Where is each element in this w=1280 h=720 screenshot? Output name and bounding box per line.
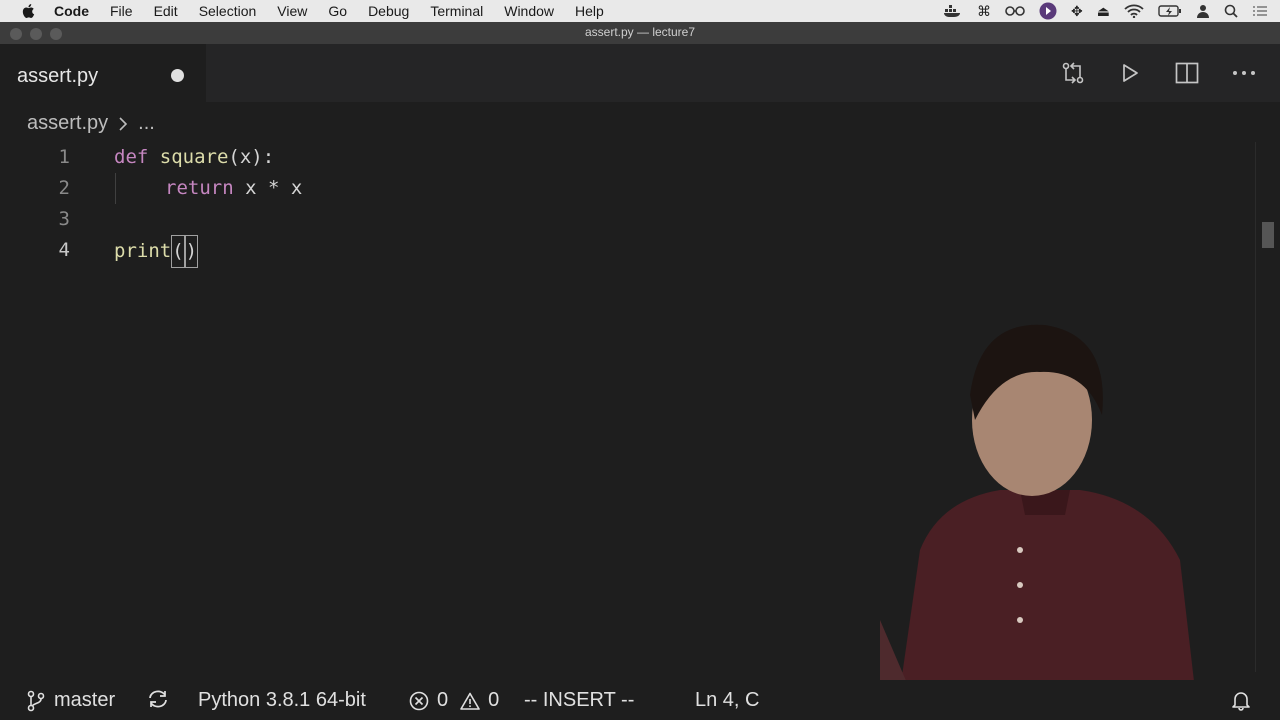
cursor-position[interactable]: Ln 4, C [695,689,759,712]
error-icon [409,691,429,710]
menu-file[interactable]: File [110,3,133,19]
bracket-match-highlight: ) [184,235,199,268]
more-actions-icon[interactable] [1232,61,1256,85]
code-line[interactable]: 1 def square(x): [0,142,1255,173]
line-number: 3 [58,208,70,230]
scrollbar-thumb[interactable] [1262,222,1274,248]
wifi-icon[interactable] [1124,4,1144,18]
line-number: 4 [58,239,70,261]
menu-view[interactable]: View [277,3,307,19]
python-version: Python 3.8.1 64-bit [198,689,366,711]
chevron-right-icon [119,116,128,131]
menu-window[interactable]: Window [504,3,554,19]
editor-tab-bar: assert.py [0,44,1280,102]
run-file-icon[interactable] [1118,61,1142,85]
error-count: 0 [437,689,449,711]
branch-name: master [54,689,116,711]
sync-button[interactable] [147,689,169,709]
code-line[interactable]: 2 return x * x [0,173,1255,204]
eject-icon[interactable]: ⏏ [1097,3,1110,20]
command-icon[interactable]: ⌘ [977,3,991,20]
bracket-match-highlight: ( [171,235,185,268]
breadcrumb-ellipsis[interactable]: ... [138,112,155,135]
unsaved-dot-icon[interactable] [171,69,184,82]
keyword-def: def [114,146,149,168]
function-name: square [159,146,229,168]
window-title-bar: assert.py — lecture7 [0,22,1280,44]
code-line-active[interactable]: 4 print() [0,235,1255,268]
menu-terminal[interactable]: Terminal [430,3,483,19]
code-text: print() [114,235,199,268]
search-icon[interactable] [1224,4,1238,18]
function-name: print [114,240,172,262]
menu-selection[interactable]: Selection [199,3,257,19]
warning-icon [460,692,480,710]
notifications-button[interactable] [1230,689,1252,711]
presenter-image [880,324,1195,690]
menu-go[interactable]: Go [328,3,347,19]
line-number: 2 [58,177,70,199]
code-line[interactable]: 3 [0,204,1255,235]
notification-center-icon[interactable] [1252,5,1268,17]
apple-icon[interactable] [20,2,38,20]
move-icon[interactable]: ✥ [1071,3,1083,20]
menu-edit[interactable]: Edit [154,3,178,19]
breadcrumb: assert.py ... [27,112,155,135]
editor-actions [1061,61,1256,85]
code-text: def square(x): [114,142,274,173]
warning-count: 0 [488,689,500,711]
keyword-return: return [165,177,234,199]
menu-code[interactable]: Code [54,3,89,19]
play-circle-icon[interactable] [1039,2,1057,20]
code-rest: (x): [228,146,275,168]
glasses-icon[interactable] [1005,5,1025,17]
breadcrumb-file[interactable]: assert.py [27,112,108,135]
branch-status[interactable]: master [26,689,115,712]
menu-debug[interactable]: Debug [368,3,409,19]
menu-bar-status-icons: ⌘ ✥ ⏏ [943,0,1268,22]
indent-guide [115,173,116,204]
python-interpreter[interactable]: Python 3.8.1 64-bit [198,689,366,712]
sync-icon [149,690,167,708]
open-changes-icon[interactable] [1061,61,1085,85]
line-number: 1 [58,146,70,168]
docker-icon[interactable] [943,4,963,18]
window-title: assert.py — lecture7 [584,25,696,39]
problems-status[interactable]: 0 0 [409,689,499,712]
status-bar: master Python 3.8.1 64-bit 0 0 -- INSERT… [0,680,1280,720]
tab-label: assert.py [17,65,99,87]
code-text: return x * x [165,173,302,204]
split-editor-icon[interactable] [1175,61,1199,85]
code-rest: x * x [233,177,303,199]
tab-assert-py[interactable]: assert.py [0,44,206,102]
menu-bar: Code File Edit Selection View Go Debug T… [0,0,1280,22]
git-branch-icon [27,690,45,711]
user-icon[interactable] [1196,4,1210,18]
bell-icon [1232,692,1250,711]
battery-icon[interactable] [1158,5,1182,17]
vim-mode-status: -- INSERT -- [524,689,634,712]
cursor-position-text: Ln 4, C [695,689,760,711]
menu-help[interactable]: Help [575,3,604,19]
vim-mode: -- INSERT -- [524,689,635,711]
